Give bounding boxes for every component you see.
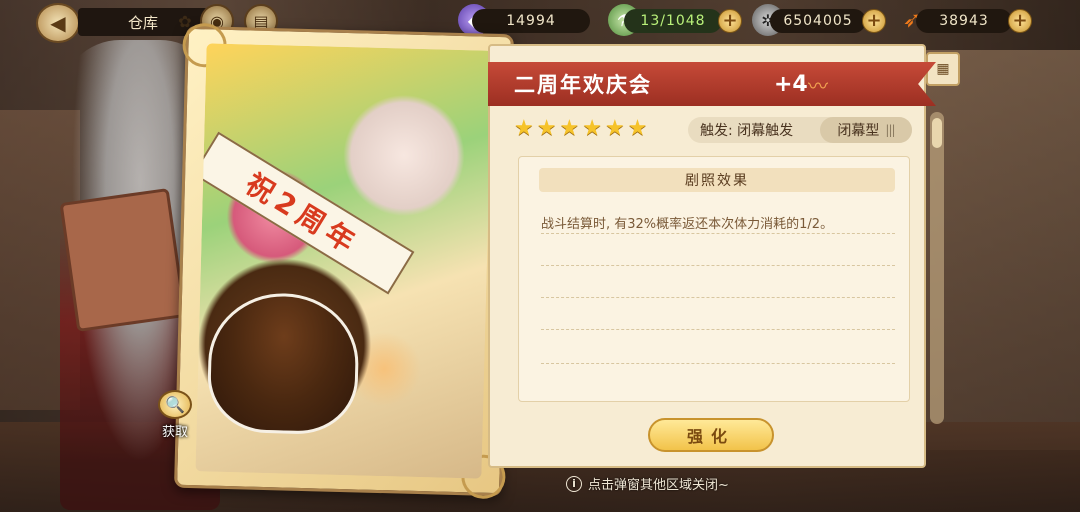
add-carrot-button[interactable]: + <box>1008 9 1032 33</box>
get-source-button[interactable]: 🔍 获取 <box>150 390 200 440</box>
add-stamina-button[interactable]: + <box>718 9 742 33</box>
type-bars-icon: ||| <box>885 123 895 137</box>
stamina-count: 13/1048 <box>624 9 722 33</box>
info-icon: i <box>566 475 582 492</box>
back-arrow-icon: ◀ <box>50 11 66 35</box>
divider <box>541 329 895 330</box>
back-button[interactable]: ◀ <box>36 3 80 43</box>
close-hint: i 点击弹窗其他区域关闭~ <box>566 474 729 493</box>
background-door <box>920 50 1080 450</box>
title-ribbon: 二周年欢庆会 +4 〰 <box>488 62 936 106</box>
get-source-label: 获取 <box>161 425 188 440</box>
effect-description: 战斗结算时, 有32%概率返还本次体力消耗的1/2。 <box>541 217 834 232</box>
star-icon: ★ <box>604 116 625 141</box>
still-card: 祝2周年 <box>174 22 514 500</box>
celebration-banner: 祝2周年 <box>195 131 415 295</box>
enhance-button[interactable]: 强化 <box>648 418 774 452</box>
close-hint-text: 点击弹窗其他区域关闭~ <box>588 478 729 493</box>
divider <box>541 265 895 266</box>
type-badge: 闭幕型 ||| <box>820 117 912 143</box>
star-rating: ★ ★ ★ ★ ★ ★ <box>514 116 647 141</box>
divider <box>541 363 895 364</box>
cake-illustration <box>206 291 361 436</box>
background-clipboard <box>59 187 187 333</box>
scrollbar-thumb[interactable] <box>932 118 942 148</box>
star-icon: ★ <box>536 116 557 141</box>
star-icon: ★ <box>514 116 534 141</box>
trigger-info: 触发: 闭幕触发 闭幕型 ||| <box>688 117 912 143</box>
enhance-level: +4 <box>774 71 808 97</box>
swirl-ornament-icon: 〰 <box>808 73 828 98</box>
card-name: 二周年欢庆会 <box>514 73 652 97</box>
scrollbar-track[interactable] <box>930 112 944 424</box>
coin-count: 6504005 <box>770 9 866 33</box>
type-label: 闭幕型 <box>837 123 880 139</box>
star-icon: ★ <box>559 116 580 141</box>
effect-box: 剧照效果 战斗结算时, 有32%概率返还本次体力消耗的1/2。 <box>518 156 910 402</box>
top-bar: ◀ 仓库 ✿ ◉ ▤ ◆ 14994 ⚗ 13/1048 + ✲ 6504005… <box>0 0 1080 43</box>
divider <box>541 233 895 234</box>
add-coin-button[interactable]: + <box>862 9 886 33</box>
carrot-count: 38943 <box>916 9 1012 33</box>
gem-count: 14994 <box>472 9 590 33</box>
divider <box>541 297 895 298</box>
magnifier-icon: 🔍 <box>158 390 192 419</box>
card-artwork: 祝2周年 <box>195 43 493 479</box>
star-icon: ★ <box>582 116 602 141</box>
star-icon: ★ <box>627 116 648 141</box>
trigger-label: 触发: 闭幕触发 <box>700 123 794 139</box>
side-tab-button[interactable]: ▦ <box>926 52 960 86</box>
effect-header: 剧照效果 <box>539 168 895 192</box>
